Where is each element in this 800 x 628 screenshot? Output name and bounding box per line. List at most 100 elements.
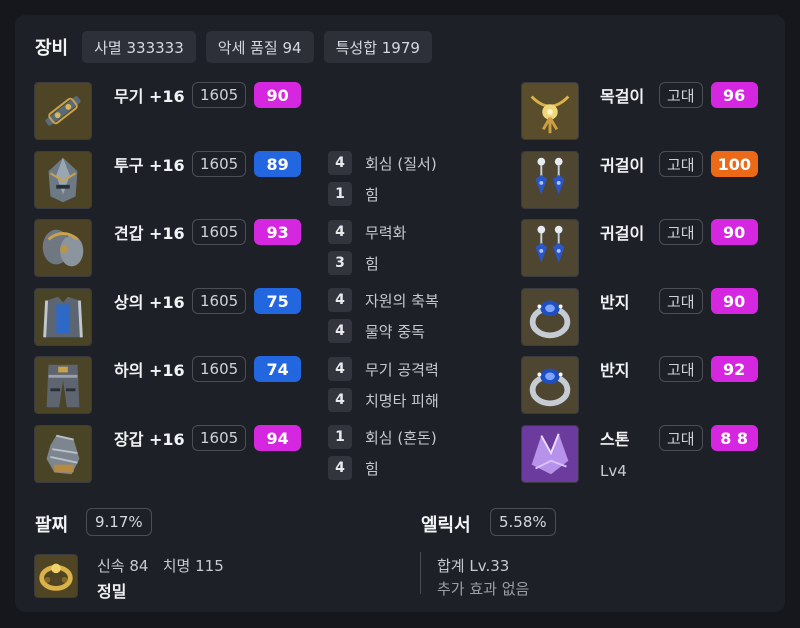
- ring-icon[interactable]: [521, 356, 579, 414]
- equipment-row[interactable]: 장갑 +16 1605 94: [34, 425, 302, 483]
- elixir-divider: [420, 552, 421, 594]
- earring-icon[interactable]: [521, 219, 579, 277]
- bracelet-percent: 9.17%: [86, 508, 152, 536]
- quality-badge: 90: [710, 288, 758, 314]
- accessory-name: 스톤: [600, 430, 630, 449]
- chip-accessory-quality: 악세 품질 94: [205, 31, 314, 63]
- accessory-name: 귀걸이: [600, 156, 645, 175]
- equipment-header: 장비 사멸 333333 악세 품질 94 특성합 1979: [35, 31, 442, 63]
- quality-badge: 90: [710, 219, 758, 245]
- engraving-level: 3: [328, 251, 352, 275]
- quality-badge: 96: [710, 82, 758, 108]
- elixir-total: 합계 Lv.33: [437, 557, 510, 575]
- ring-icon[interactable]: [521, 288, 579, 346]
- equipment-name: 장갑 +16: [114, 430, 185, 449]
- stone-icon[interactable]: [521, 425, 579, 483]
- equipment-row[interactable]: 투구 +16 1605 89: [34, 151, 302, 209]
- equipment-row[interactable]: 상의 +16 1605 75: [34, 288, 302, 346]
- quality-badge: 8 8: [710, 425, 758, 451]
- quality-badge: 93: [254, 219, 302, 245]
- accessory-name: 귀걸이: [600, 224, 645, 243]
- accessory-name: 목걸이: [600, 87, 645, 106]
- accessory-name: 반지: [600, 293, 630, 312]
- engraving-name: 치명타 피해: [365, 391, 439, 410]
- equipment-row[interactable]: 하의 +16 1605 74: [34, 356, 302, 414]
- shoulder-icon[interactable]: [34, 219, 92, 277]
- engraving-name: 힘: [365, 185, 379, 204]
- item-level-badge: 1605: [192, 288, 247, 314]
- engraving-row: 1힘: [328, 182, 379, 206]
- elixir-title: 엘릭서: [421, 515, 471, 536]
- quality-badge: 94: [254, 425, 302, 451]
- engraving-level: 4: [328, 151, 352, 175]
- accessory-row[interactable]: 귀걸이 고대 90: [521, 219, 758, 277]
- item-level-badge: 1605: [192, 219, 247, 245]
- engraving-row: 4힘: [328, 456, 379, 480]
- accessory-row[interactable]: 스톤 고대 8 8 Lv4: [521, 425, 758, 483]
- engraving-name: 물약 중독: [365, 322, 425, 341]
- engraving-name: 무기 공격력: [365, 360, 439, 379]
- bracelet-icon[interactable]: [34, 554, 78, 598]
- engraving-level: 4: [328, 288, 352, 312]
- bracelet-stats: 신속 84 치명 115: [97, 557, 224, 575]
- necklace-icon[interactable]: [521, 82, 579, 140]
- equipment-name: 투구 +16: [114, 156, 185, 175]
- accessory-row[interactable]: 반지 고대 92: [521, 356, 758, 414]
- chip-stat-sum: 특성합 1979: [323, 31, 432, 63]
- equipment-row[interactable]: 무기 +16 1605 90: [34, 82, 302, 140]
- item-level-badge: 1605: [192, 82, 247, 108]
- engraving-name: 무력화: [365, 223, 407, 242]
- quality-badge: 74: [254, 356, 302, 382]
- earring-icon[interactable]: [521, 151, 579, 209]
- engraving-row: 3힘: [328, 251, 379, 275]
- gloves-icon[interactable]: [34, 425, 92, 483]
- equipment-name: 하의 +16: [114, 361, 185, 380]
- item-level-badge: 1605: [192, 356, 247, 382]
- engraving-row: 4 무력화: [328, 220, 406, 244]
- engraving-level: 4: [328, 357, 352, 381]
- pants-icon[interactable]: [34, 356, 92, 414]
- helmet-icon[interactable]: [34, 151, 92, 209]
- quality-badge: 89: [254, 151, 302, 177]
- engraving-name: 회심 (혼돈): [365, 428, 437, 447]
- quality-badge: 100: [710, 151, 759, 177]
- engraving-name: 자원의 축복: [365, 291, 439, 310]
- accessory-row[interactable]: 반지 고대 90: [521, 288, 758, 346]
- quality-badge: 92: [710, 356, 758, 382]
- engraving-row: 4 회심 (질서): [328, 151, 437, 175]
- engraving-level: 4: [328, 388, 352, 412]
- engraving-row: 4 자원의 축복: [328, 288, 439, 312]
- accessory-row[interactable]: 귀걸이 고대 100: [521, 151, 759, 209]
- grade-badge: 고대: [659, 151, 703, 177]
- equipment-name: 무기 +16: [114, 87, 185, 106]
- item-level-badge: 1605: [192, 151, 247, 177]
- grade-badge: 고대: [659, 82, 703, 108]
- chest-icon[interactable]: [34, 288, 92, 346]
- engraving-row: 4 물약 중독: [328, 319, 425, 343]
- quality-badge: 90: [254, 82, 302, 108]
- weapon-icon[interactable]: [34, 82, 92, 140]
- grade-badge: 고대: [659, 425, 703, 451]
- accessory-row[interactable]: 목걸이 고대 96: [521, 82, 758, 140]
- chip-kill-stat: 사멸 333333: [82, 31, 196, 63]
- engraving-name: 회심 (질서): [365, 154, 437, 173]
- bracelet-title: 팔찌: [35, 515, 69, 536]
- engraving-level: 1: [328, 182, 352, 206]
- engraving-level: 4: [328, 319, 352, 343]
- grade-badge: 고대: [659, 288, 703, 314]
- engraving-level: 4: [328, 220, 352, 244]
- grade-badge: 고대: [659, 219, 703, 245]
- grade-badge: 고대: [659, 356, 703, 382]
- quality-badge: 75: [254, 288, 302, 314]
- engraving-name: 힘: [365, 254, 379, 273]
- engraving-row: 4 치명타 피해: [328, 388, 439, 412]
- equipment-row[interactable]: 견갑 +16 1605 93: [34, 219, 302, 277]
- stone-level: Lv4: [600, 462, 627, 480]
- engraving-row: 1 회심 (혼돈): [328, 425, 437, 449]
- bracelet-effect: 정밀: [97, 582, 127, 601]
- elixir-percent: 5.58%: [490, 508, 556, 536]
- elixir-effect: 추가 효과 없음: [437, 580, 530, 598]
- engraving-level: 1: [328, 425, 352, 449]
- equipment-title: 장비: [35, 38, 69, 59]
- engraving-level: 4: [328, 456, 352, 480]
